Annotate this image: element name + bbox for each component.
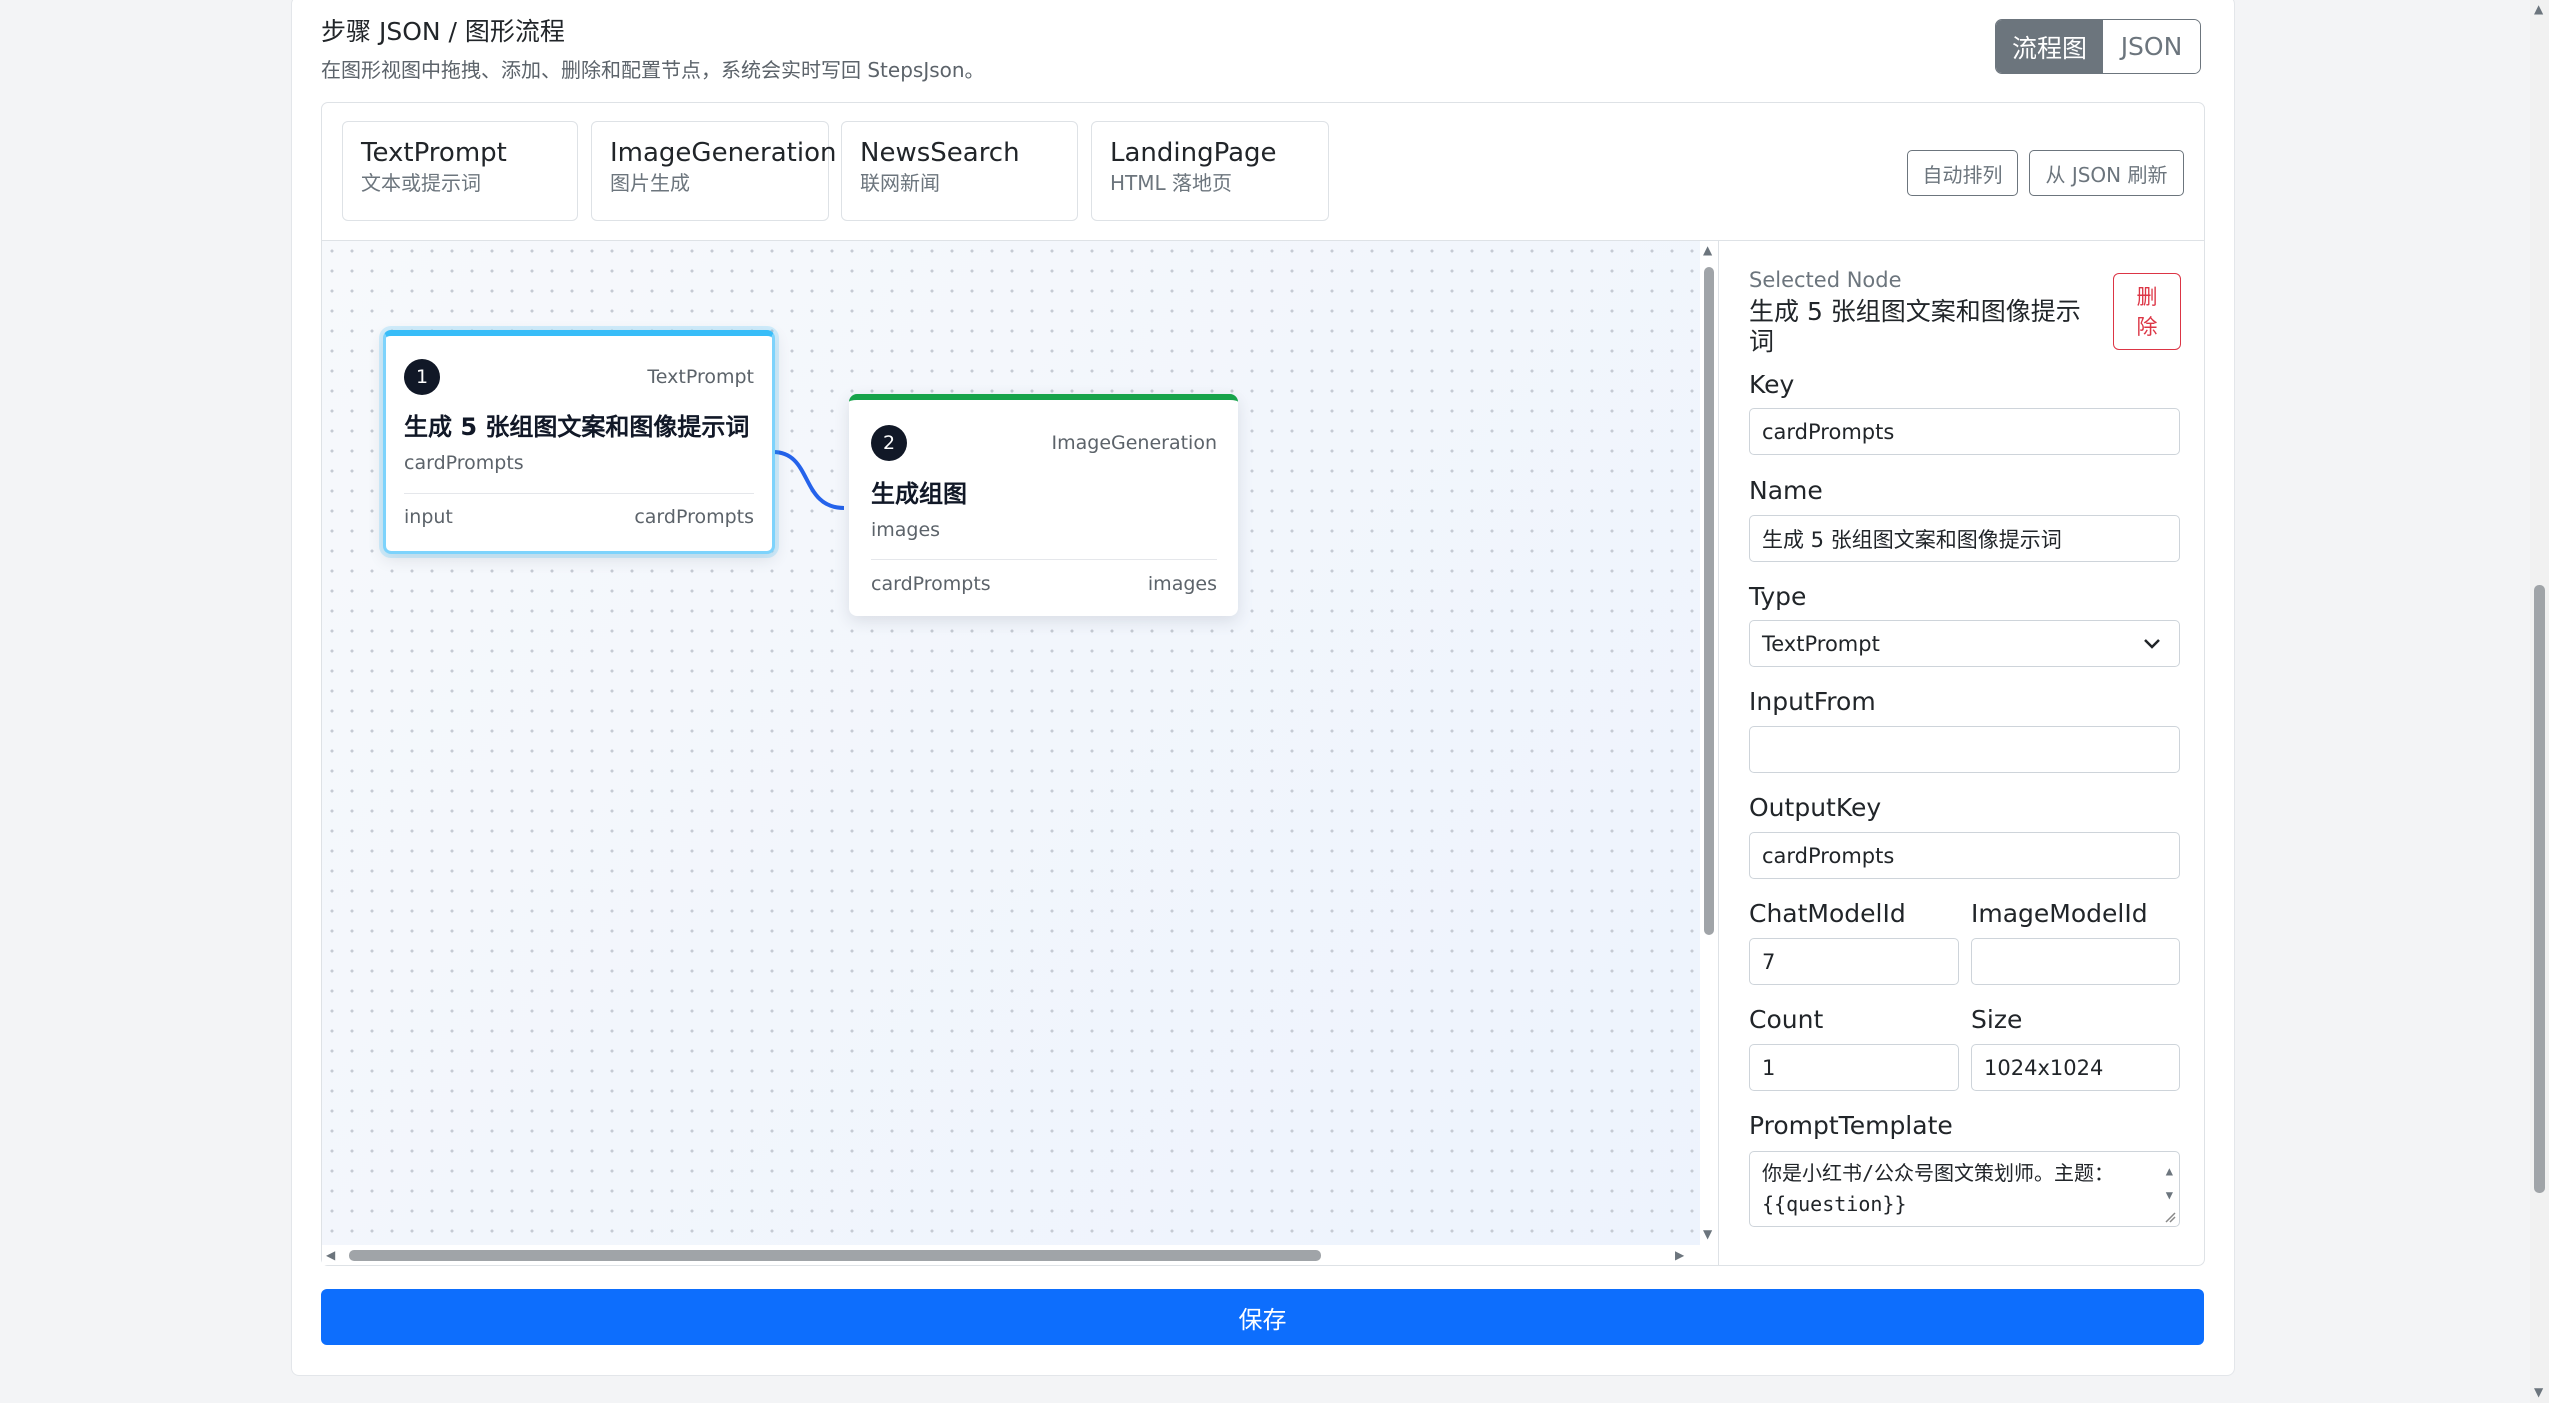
node-type-label: ImageGeneration	[1051, 432, 1218, 454]
palette-item-desc: 图片生成	[610, 171, 690, 195]
prompttemplate-label: PromptTemplate	[1749, 1111, 1953, 1140]
chevron-down-icon	[2144, 639, 2160, 649]
canvas-horizontal-scrollbar[interactable]: ◀ ▶	[322, 1245, 1718, 1265]
node-input-port: input	[404, 506, 453, 528]
palette-item-newssearch[interactable]: NewsSearch 联网新闻	[841, 121, 1078, 221]
view-toggle: 流程图 JSON	[1995, 19, 2201, 74]
prompt-line: {{question}}	[1762, 1192, 1907, 1216]
size-input[interactable]: 1024x1024	[1971, 1044, 2180, 1091]
node-palette: TextPrompt 文本或提示词 ImageGeneration 图片生成 N…	[322, 103, 2204, 241]
page-title: 步骤 JSON / 图形流程	[321, 17, 565, 46]
json-view-button[interactable]: JSON	[2103, 20, 2200, 73]
palette-item-title: TextPrompt	[361, 138, 507, 168]
key-label: Key	[1749, 370, 1795, 399]
node-type-label: TextPrompt	[647, 366, 754, 388]
node-key: cardPrompts	[404, 452, 524, 474]
selected-node-name: 生成 5 张组图文案和图像提示词	[1749, 297, 2081, 356]
scrollbar-thumb[interactable]	[349, 1250, 1321, 1261]
node-index-badge: 2	[871, 425, 907, 461]
node-key: images	[871, 519, 941, 541]
textarea-scroll-down-icon[interactable]: ▼	[2166, 1180, 2173, 1211]
imagemodelid-label: ImageModelId	[1971, 899, 2148, 928]
scroll-left-arrow-icon[interactable]: ◀	[326, 1248, 335, 1262]
palette-item-title: ImageGeneration	[610, 138, 837, 168]
imagemodelid-input[interactable]	[1971, 938, 2180, 985]
node-divider	[871, 559, 1217, 560]
name-input[interactable]: 生成 5 张组图文案和图像提示词	[1749, 515, 2180, 562]
count-input[interactable]: 1	[1749, 1044, 1959, 1091]
flow-node-1[interactable]: 1 TextPrompt 生成 5 张组图文案和图像提示词 cardPrompt…	[383, 330, 775, 554]
key-input[interactable]: cardPrompts	[1749, 408, 2180, 455]
chatmodelid-label: ChatModelId	[1749, 899, 1906, 928]
scrollbar-thumb[interactable]	[1704, 267, 1714, 935]
flow-editor: TextPrompt 文本或提示词 ImageGeneration 图片生成 N…	[321, 102, 2205, 1266]
palette-item-desc: HTML 落地页	[1110, 171, 1233, 195]
page-scroll-up-icon[interactable]: ▲	[2534, 2, 2543, 16]
node-title: 生成组图	[871, 480, 967, 508]
outputkey-label: OutputKey	[1749, 793, 1882, 822]
resize-handle-icon[interactable]	[2164, 1211, 2176, 1223]
name-label: Name	[1749, 476, 1823, 505]
node-index-badge: 1	[404, 359, 440, 395]
selected-node-caption: Selected Node	[1749, 268, 1902, 292]
scroll-down-arrow-icon[interactable]: ▼	[1703, 1227, 1712, 1241]
node-output-port: cardPrompts	[634, 506, 754, 528]
flow-view-button[interactable]: 流程图	[1996, 20, 2103, 73]
chatmodelid-input[interactable]: 7	[1749, 938, 1959, 985]
node-properties-panel: Selected Node 生成 5 张组图文案和图像提示词 删除 Key ca…	[1718, 241, 2205, 1265]
flow-edge	[772, 450, 845, 510]
inputfrom-label: InputFrom	[1749, 687, 1876, 716]
delete-node-label: 删除	[2136, 284, 2158, 339]
node-output-port: images	[1147, 573, 1217, 595]
auto-layout-button[interactable]: 自动排列	[1907, 150, 2018, 196]
node-title: 生成 5 张组图文案和图像提示词	[404, 413, 750, 441]
refresh-from-json-button[interactable]: 从 JSON 刷新	[2029, 150, 2184, 196]
flow-canvas[interactable]: 1 TextPrompt 生成 5 张组图文案和图像提示词 cardPrompt…	[322, 241, 1700, 1245]
save-button[interactable]: 保存	[321, 1289, 2204, 1345]
palette-item-title: NewsSearch	[860, 138, 1020, 168]
node-input-port: cardPrompts	[871, 573, 991, 595]
prompt-line: 你是小红书/公众号图文策划师。主题：	[1762, 1161, 2115, 1185]
outputkey-input[interactable]: cardPrompts	[1749, 832, 2180, 879]
canvas-vertical-scrollbar[interactable]: ▲ ▼	[1700, 241, 1718, 1245]
page-subtitle: 在图形视图中拖拽、添加、删除和配置节点，系统会实时写回 StepsJson。	[321, 58, 985, 82]
count-label: Count	[1749, 1005, 1824, 1034]
inputfrom-input[interactable]	[1749, 726, 2180, 773]
delete-node-button[interactable]: 删除	[2113, 273, 2181, 350]
palette-item-landingpage[interactable]: LandingPage HTML 落地页	[1091, 121, 1329, 221]
type-select[interactable]: TextPrompt	[1749, 620, 2180, 667]
type-label: Type	[1749, 582, 1807, 611]
palette-item-textprompt[interactable]: TextPrompt 文本或提示词	[342, 121, 578, 221]
scroll-right-arrow-icon[interactable]: ▶	[1675, 1248, 1684, 1262]
page-scroll-down-icon[interactable]: ▼	[2534, 1385, 2543, 1399]
page-vertical-scrollbar[interactable]: ▲ ▼	[2530, 0, 2549, 1403]
type-select-value: TextPrompt	[1762, 631, 1880, 656]
prompttemplate-textarea[interactable]: 你是小红书/公众号图文策划师。主题： {{question}} ▲ ▼	[1749, 1151, 2180, 1227]
palette-item-title: LandingPage	[1110, 138, 1277, 168]
scroll-up-arrow-icon[interactable]: ▲	[1703, 243, 1712, 257]
palette-item-desc: 联网新闻	[860, 171, 940, 195]
palette-item-desc: 文本或提示词	[361, 171, 481, 195]
size-label: Size	[1971, 1005, 2023, 1034]
palette-item-imagegeneration[interactable]: ImageGeneration 图片生成	[591, 121, 837, 221]
node-divider	[404, 493, 754, 494]
page-scrollbar-thumb[interactable]	[2534, 585, 2545, 1193]
flow-node-2[interactable]: 2 ImageGeneration 生成组图 images cardPrompt…	[849, 394, 1238, 616]
